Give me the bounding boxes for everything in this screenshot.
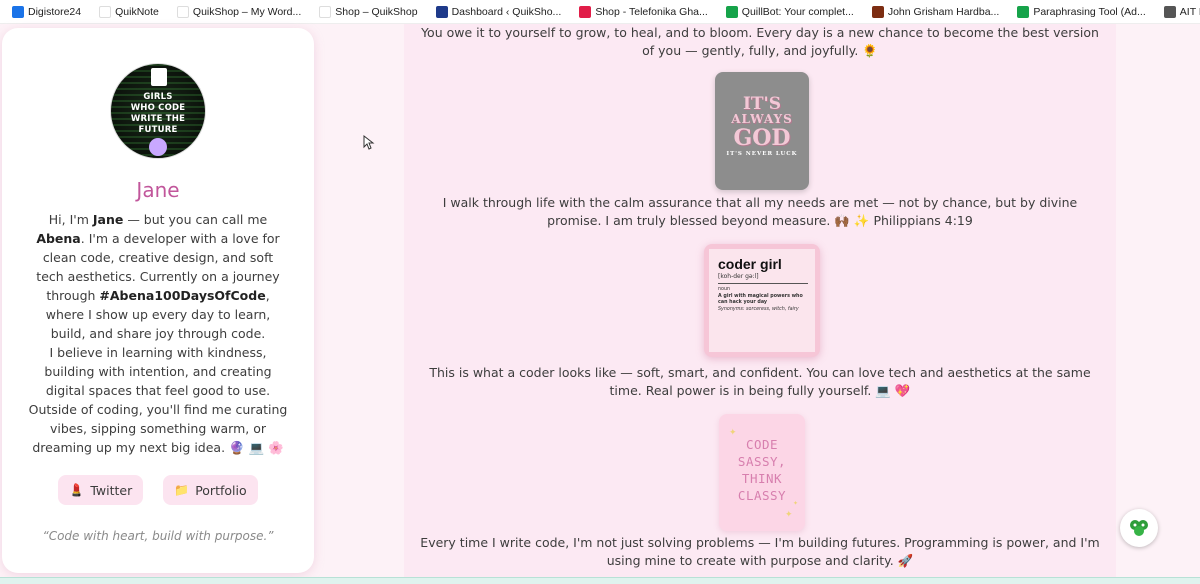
bookmarks-bar: Digistore24 QuikNote QuikShop – My Word...… (0, 0, 1200, 24)
feed-image-code-sassy: ✦ ✦ ✦ CODE SASSY, THINK CLASSY (719, 414, 805, 531)
s-icon (435, 5, 448, 18)
definition-card: coder girl [koh-der gə:l] noun A girl wi… (709, 249, 815, 352)
folder-icon: 📁 (174, 483, 190, 497)
feed-post-text: You owe it to yourself to grow, to heal,… (421, 25, 1099, 58)
digistore-icon (12, 5, 24, 18)
feed-post-text: This is what a coder looks like — soft, … (429, 365, 1091, 398)
bookmark-item[interactable]: QuikNote (93, 4, 165, 20)
feed-post-text: I walk through life with the calm assura… (442, 195, 1078, 228)
bookmark-item[interactable]: Shop - Telefonika Gha... (573, 4, 713, 20)
feed-image-its-always-god: IT'S ALWAYS GOD IT'S NEVER LUCK (715, 72, 809, 190)
feed: You owe it to yourself to grow, to heal,… (404, 24, 1116, 577)
sparkle-icon: ✦ (785, 510, 793, 520)
profile-quote: “Code with heart, build with purpose.” (42, 529, 274, 543)
bookmark-item[interactable]: QuikShop – My Word... (171, 4, 307, 20)
bookmark-item[interactable]: Dashboard ‹ QuikSho... (430, 4, 568, 20)
bookmark-item[interactable]: Paraphrasing Tool (Ad... (1011, 4, 1151, 20)
mouse-cursor-icon (363, 134, 375, 150)
quikshop-icon (176, 5, 189, 18)
feed-image-coder-girl: coder girl [koh-der gə:l] noun A girl wi… (704, 244, 820, 357)
portfolio-button[interactable]: 📁 Portfolio (163, 475, 258, 505)
page: GIRLS WHO CODE WRITE THE FUTURE Jane Hi,… (0, 24, 1200, 577)
book-icon (871, 5, 884, 18)
taskbar (0, 577, 1200, 584)
shop-icon (319, 5, 332, 18)
quiknote-icon (99, 5, 112, 18)
profile-bio: Hi, I'm Jane — but you can call me Abena… (28, 212, 288, 455)
bookmark-item[interactable]: Digistore24 (6, 4, 87, 20)
profile-name: Jane (136, 178, 180, 202)
clover-icon (1130, 520, 1148, 536)
avatar: GIRLS WHO CODE WRITE THE FUTURE (110, 63, 206, 159)
feed-post-text: Every time I write code, I'm not just so… (420, 535, 1100, 568)
quillbot-icon (725, 5, 738, 18)
bookmark-item[interactable]: QuillBot: Your complet... (720, 4, 860, 20)
profile-card: GIRLS WHO CODE WRITE THE FUTURE Jane Hi,… (2, 28, 314, 573)
bookmark-item[interactable]: Shop – QuikShop (313, 4, 423, 20)
paraphrase-icon (1017, 5, 1030, 18)
profile-links: 💄 Twitter 📁 Portfolio (2, 475, 314, 505)
image-text: CODE SASSY, THINK CLASSY (737, 437, 787, 503)
image-text: IT'S ALWAYS GOD IT'S NEVER LUCK (726, 94, 798, 158)
avatar-text: GIRLS WHO CODE WRITE THE FUTURE (130, 92, 186, 135)
globe-icon (1163, 5, 1176, 18)
bookmark-item[interactable]: AIT LEMASS (1158, 4, 1200, 20)
badge-icon (149, 138, 167, 156)
twitter-button[interactable]: 💄 Twitter (58, 475, 144, 505)
bookmark-item[interactable]: John Grisham Hardba... (866, 4, 1005, 20)
lips-icon (579, 5, 592, 18)
extension-floating-button[interactable] (1120, 509, 1158, 547)
tote-bag-icon (151, 68, 167, 86)
lipstick-icon: 💄 (69, 483, 85, 497)
